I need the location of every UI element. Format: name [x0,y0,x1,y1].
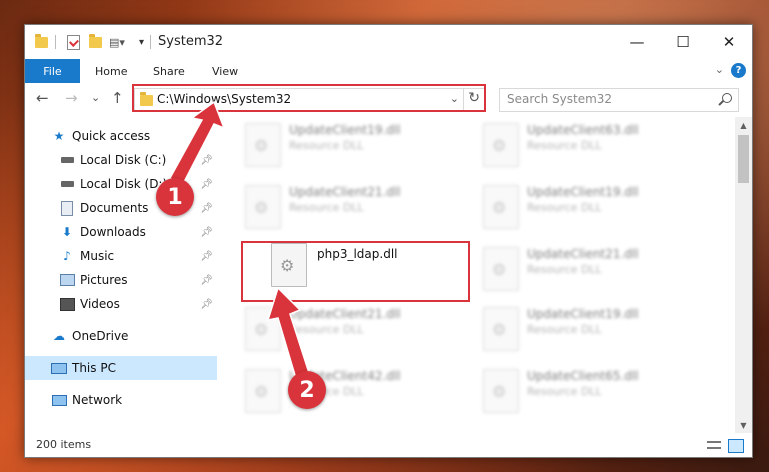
arrow-step-2 [266,286,311,384]
step-2-badge: 2 [288,371,326,409]
step-1-badge: 1 [156,178,194,216]
annotation-arrows [169,100,311,384]
arrow-step-1 [169,100,226,188]
